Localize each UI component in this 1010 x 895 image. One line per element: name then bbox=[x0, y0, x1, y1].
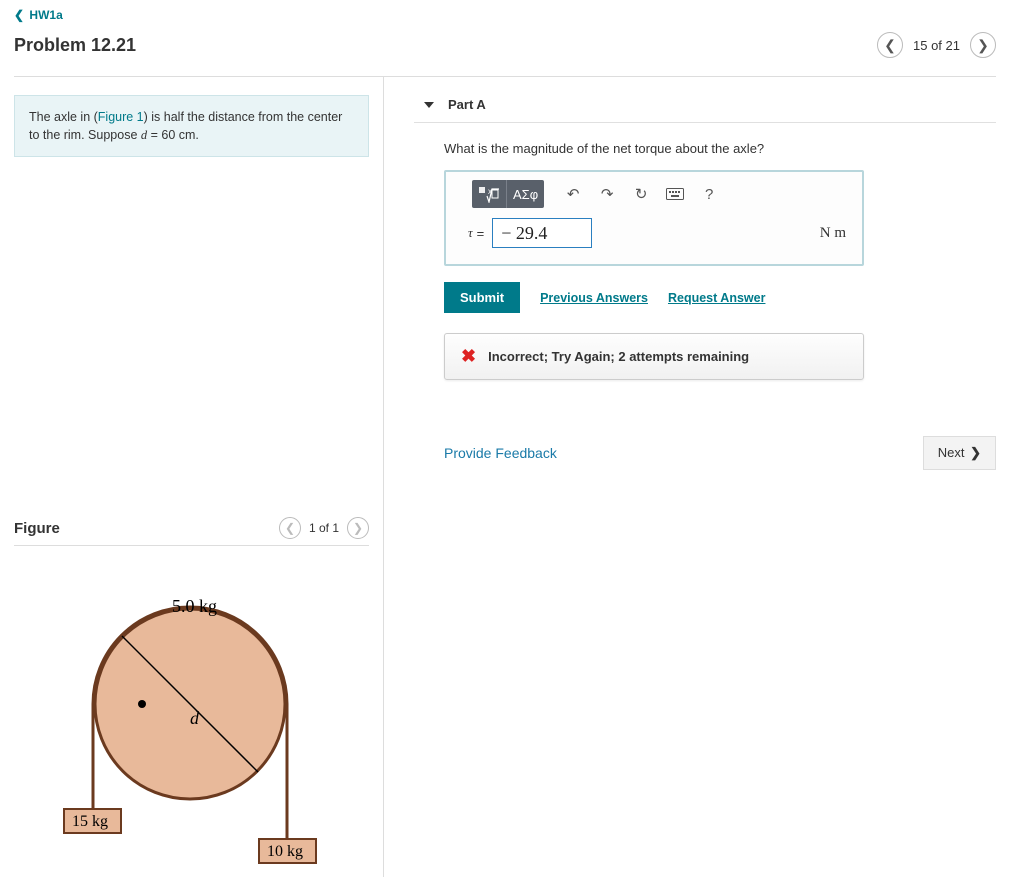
chevron-right-icon: ❯ bbox=[353, 521, 363, 535]
keyboard-icon bbox=[666, 188, 684, 200]
figure-next-button[interactable]: ❯ bbox=[347, 517, 369, 539]
problem-title: Problem 12.21 bbox=[14, 35, 877, 56]
next-problem-button[interactable]: ❯ bbox=[970, 32, 996, 58]
help-icon: ? bbox=[705, 186, 713, 203]
part-label: Part A bbox=[448, 97, 486, 112]
submit-button[interactable]: Submit bbox=[444, 282, 520, 313]
caret-down-icon bbox=[424, 102, 434, 108]
chevron-left-icon: ❮ bbox=[884, 37, 896, 54]
chevron-right-icon: ❯ bbox=[977, 37, 989, 54]
back-link[interactable]: ❮ HW1a bbox=[14, 8, 996, 22]
reset-icon: ↻ bbox=[635, 185, 648, 203]
feedback-text: Incorrect; Try Again; 2 attempts remaini… bbox=[488, 349, 749, 364]
answer-symbol: τ bbox=[468, 225, 473, 241]
label-left-mass: 15 kg bbox=[72, 813, 108, 830]
redo-icon: ↷ bbox=[601, 185, 614, 203]
answer-box: x ΑΣφ ↶ ↷ bbox=[444, 170, 864, 266]
next-label: Next bbox=[938, 445, 965, 460]
greek-icon: ΑΣφ bbox=[513, 187, 538, 202]
tool-reset-button[interactable]: ↻ bbox=[626, 180, 656, 208]
tool-keyboard-button[interactable] bbox=[660, 180, 690, 208]
chevron-left-icon: ❮ bbox=[14, 8, 24, 22]
chevron-left-icon: ❮ bbox=[285, 521, 295, 535]
problem-prompt: The axle in (Figure 1) is half the dista… bbox=[14, 95, 369, 157]
answer-input[interactable] bbox=[492, 218, 592, 248]
next-button[interactable]: Next ❯ bbox=[923, 436, 996, 470]
label-diameter: d bbox=[190, 708, 200, 728]
figure-diagram: 5.0 kg d 15 kg 10 kg bbox=[14, 546, 369, 867]
tool-fraction-button[interactable]: x bbox=[472, 180, 507, 208]
tool-redo-button[interactable]: ↷ bbox=[592, 180, 622, 208]
tool-help-button[interactable]: ? bbox=[694, 180, 724, 208]
chevron-right-icon: ❯ bbox=[970, 445, 981, 460]
problem-position: 15 of 21 bbox=[913, 38, 960, 53]
previous-answers-link[interactable]: Previous Answers bbox=[540, 291, 648, 305]
fraction-template-icon: x bbox=[478, 185, 500, 203]
figure-title: Figure bbox=[14, 520, 279, 537]
incorrect-icon: ✖ bbox=[461, 346, 476, 367]
label-top-mass: 5.0 kg bbox=[172, 596, 217, 616]
undo-icon: ↶ bbox=[567, 185, 580, 203]
figure-link[interactable]: Figure 1 bbox=[98, 110, 144, 124]
answer-unit: N m bbox=[820, 225, 846, 242]
tool-undo-button[interactable]: ↶ bbox=[558, 180, 588, 208]
figure-prev-button[interactable]: ❮ bbox=[279, 517, 301, 539]
prev-problem-button[interactable]: ❮ bbox=[877, 32, 903, 58]
question-text: What is the magnitude of the net torque … bbox=[444, 141, 996, 156]
tool-greek-button[interactable]: ΑΣφ bbox=[507, 180, 544, 208]
label-right-mass: 10 kg bbox=[267, 843, 303, 860]
request-answer-link[interactable]: Request Answer bbox=[668, 291, 765, 305]
part-header[interactable]: Part A bbox=[414, 87, 996, 123]
figure-position: 1 of 1 bbox=[309, 521, 339, 535]
provide-feedback-link[interactable]: Provide Feedback bbox=[444, 445, 557, 461]
feedback-box: ✖ Incorrect; Try Again; 2 attempts remai… bbox=[444, 333, 864, 380]
back-link-label: HW1a bbox=[29, 8, 62, 22]
answer-eq: = bbox=[477, 226, 485, 241]
